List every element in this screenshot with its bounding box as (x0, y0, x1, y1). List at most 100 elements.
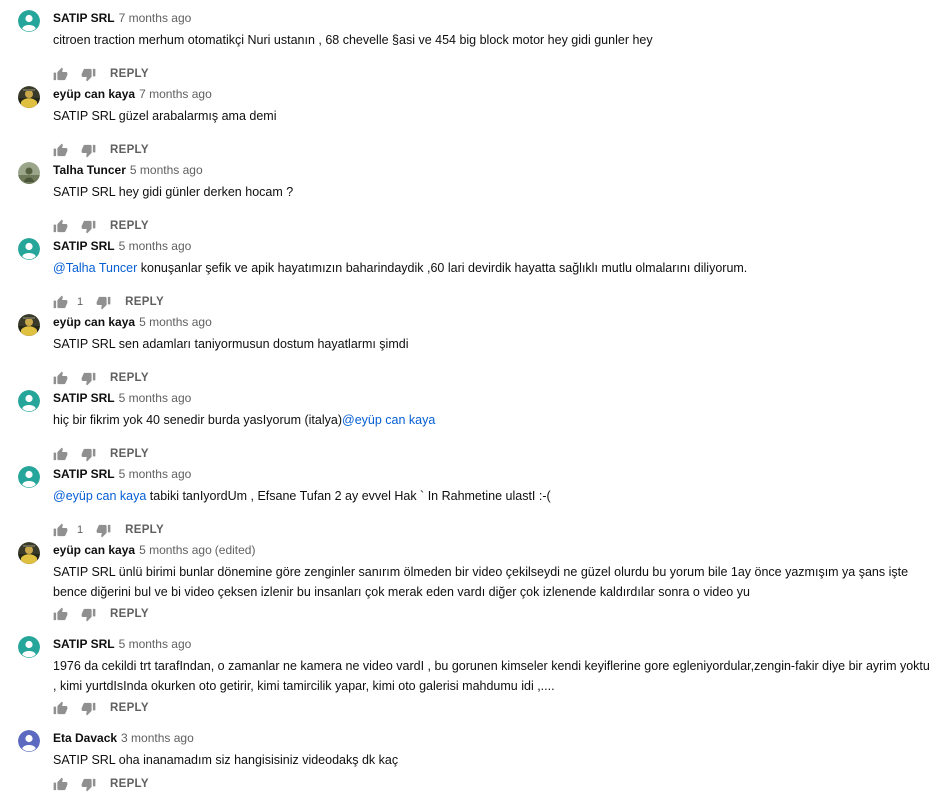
comment-text-segment: konuşanlar şefik ve apik hayatımızın bah… (137, 261, 748, 275)
comment-text: @eyüp can kaya tabiki tanIyordUm , Efsan… (53, 486, 933, 506)
reply-button[interactable]: REPLY (110, 144, 149, 156)
comment-text-segment: hiç bir fikrim yok 40 senedir burda yasI… (53, 413, 342, 427)
comment-timestamp[interactable]: 3 months ago (121, 731, 194, 745)
dislike-icon[interactable] (81, 371, 96, 386)
reply-button[interactable]: REPLY (110, 702, 149, 714)
mention-link[interactable]: @Talha Tuncer (53, 261, 137, 275)
reply-button[interactable]: REPLY (110, 372, 149, 384)
comment-text: SATIP SRL oha inanamadım siz hangisisini… (53, 750, 933, 770)
comment-timestamp[interactable]: 5 months ago (119, 391, 192, 405)
author-avatar[interactable] (18, 314, 40, 336)
comment-header: eyüp can kaya 5 months ago (53, 314, 212, 330)
reply-button[interactable]: REPLY (110, 220, 149, 232)
author-name[interactable]: Eta Davack (53, 731, 117, 745)
reply-button[interactable]: REPLY (110, 448, 149, 460)
author-name[interactable]: SATIP SRL (53, 467, 115, 481)
author-name[interactable]: eyüp can kaya (53, 543, 135, 557)
comment-text-segment: citroen traction merhum otomatikçi Nuri … (53, 33, 653, 47)
comment-thread-item: Eta Davack 3 months ago SATIP SRL oha inan… (0, 730, 945, 796)
comment-text-segment: SATIP SRL sen adamları taniyormusun dost… (53, 337, 409, 351)
dislike-icon[interactable] (81, 143, 96, 158)
comment-actions: REPLY (53, 700, 149, 716)
dislike-icon[interactable] (81, 607, 96, 622)
author-avatar[interactable] (18, 162, 40, 184)
author-name[interactable]: eyüp can kaya (53, 315, 135, 329)
like-icon[interactable] (53, 777, 68, 792)
dislike-icon[interactable] (81, 219, 96, 234)
mention-link[interactable]: @eyüp can kaya (342, 413, 435, 427)
comment-text-segment: SATIP SRL ünlü birimi bunlar dönemine gö… (53, 565, 909, 599)
author-name[interactable]: SATIP SRL (53, 239, 115, 253)
like-count: 1 (77, 524, 84, 536)
author-name[interactable]: Talha Tuncer (53, 163, 126, 177)
comment-text-segment: tabiki tanIyordUm , Efsane Tufan 2 ay ev… (146, 489, 551, 503)
comment-header: SATIP SRL 5 months ago (53, 390, 191, 406)
dislike-icon[interactable] (81, 447, 96, 462)
author-name[interactable]: eyüp can kaya (53, 87, 135, 101)
author-avatar[interactable] (18, 86, 40, 108)
comment-text: SATIP SRL sen adamları taniyormusun dost… (53, 334, 933, 354)
comment-text: 1976 da cekildi trt tarafIndan, o zamanl… (53, 656, 933, 696)
author-avatar[interactable] (18, 10, 40, 32)
comment-timestamp[interactable]: 5 months ago (119, 637, 192, 651)
like-icon[interactable] (53, 143, 68, 158)
comment-header: Talha Tuncer 5 months ago (53, 162, 203, 178)
author-name[interactable]: SATIP SRL (53, 637, 115, 651)
author-avatar[interactable] (18, 466, 40, 488)
comment-timestamp[interactable]: 5 months ago (119, 239, 192, 253)
like-icon[interactable] (53, 447, 68, 462)
author-avatar[interactable] (18, 730, 40, 752)
comment-header: eyüp can kaya 7 months ago (53, 86, 212, 102)
like-icon[interactable] (53, 371, 68, 386)
author-name[interactable]: SATIP SRL (53, 11, 115, 25)
like-icon[interactable] (53, 607, 68, 622)
comment-timestamp[interactable]: 7 months ago (119, 11, 192, 25)
comment-timestamp[interactable]: 5 months ago (139, 543, 212, 557)
comment-actions: 1 REPLY (53, 522, 164, 538)
like-icon[interactable] (53, 219, 68, 234)
dislike-icon[interactable] (81, 777, 96, 792)
comment-header: eyüp can kaya 5 months ago (edited) (53, 542, 255, 558)
comment-header: SATIP SRL 7 months ago (53, 10, 191, 26)
mention-link[interactable]: @eyüp can kaya (53, 489, 146, 503)
dislike-icon[interactable] (81, 67, 96, 82)
like-icon[interactable] (53, 523, 68, 538)
comment-actions: REPLY (53, 66, 149, 82)
comment-text-segment: SATIP SRL oha inanamadım siz hangisisini… (53, 753, 399, 767)
comment-thread-item: eyüp can kaya 5 months ago (edited) SATIP S… (0, 542, 945, 626)
comment-text-segment: SATIP SRL hey gidi günler derken hocam ? (53, 185, 294, 199)
comment-actions: REPLY (53, 370, 149, 386)
reply-button[interactable]: REPLY (125, 524, 164, 536)
comment-header: SATIP SRL 5 months ago (53, 466, 191, 482)
reply-button[interactable]: REPLY (125, 296, 164, 308)
comment-header: Eta Davack 3 months ago (53, 730, 194, 746)
author-avatar[interactable] (18, 542, 40, 564)
comment-text: SATIP SRL ünlü birimi bunlar dönemine gö… (53, 562, 933, 602)
comment-timestamp[interactable]: 5 months ago (130, 163, 203, 177)
author-avatar[interactable] (18, 390, 40, 412)
comment-thread-item: eyüp can kaya 7 months ago SATIP SRL güzel… (0, 86, 945, 162)
edited-label: (edited) (214, 543, 256, 557)
author-avatar[interactable] (18, 636, 40, 658)
comment-text-segment: 1976 da cekildi trt tarafIndan, o zamanl… (53, 659, 930, 693)
reply-button[interactable]: REPLY (110, 68, 149, 80)
like-icon[interactable] (53, 67, 68, 82)
reply-button[interactable]: REPLY (110, 778, 149, 790)
comment-thread-item: SATIP SRL 5 months ago @Talha Tuncer konuş… (0, 238, 945, 314)
comment-timestamp[interactable]: 5 months ago (139, 315, 212, 329)
dislike-icon[interactable] (96, 295, 111, 310)
dislike-icon[interactable] (96, 523, 111, 538)
reply-button[interactable]: REPLY (110, 608, 149, 620)
like-icon[interactable] (53, 701, 68, 716)
like-count: 1 (77, 296, 84, 308)
comment-actions: REPLY (53, 446, 149, 462)
dislike-icon[interactable] (81, 701, 96, 716)
author-name[interactable]: SATIP SRL (53, 391, 115, 405)
author-avatar[interactable] (18, 238, 40, 260)
comment-text: @Talha Tuncer konuşanlar şefik ve apik h… (53, 258, 933, 278)
comment-thread-item: SATIP SRL 5 months ago 1976 da cekildi trt… (0, 636, 945, 720)
comment-actions: 1 REPLY (53, 294, 164, 310)
comment-timestamp[interactable]: 5 months ago (119, 467, 192, 481)
like-icon[interactable] (53, 295, 68, 310)
comment-timestamp[interactable]: 7 months ago (139, 87, 212, 101)
